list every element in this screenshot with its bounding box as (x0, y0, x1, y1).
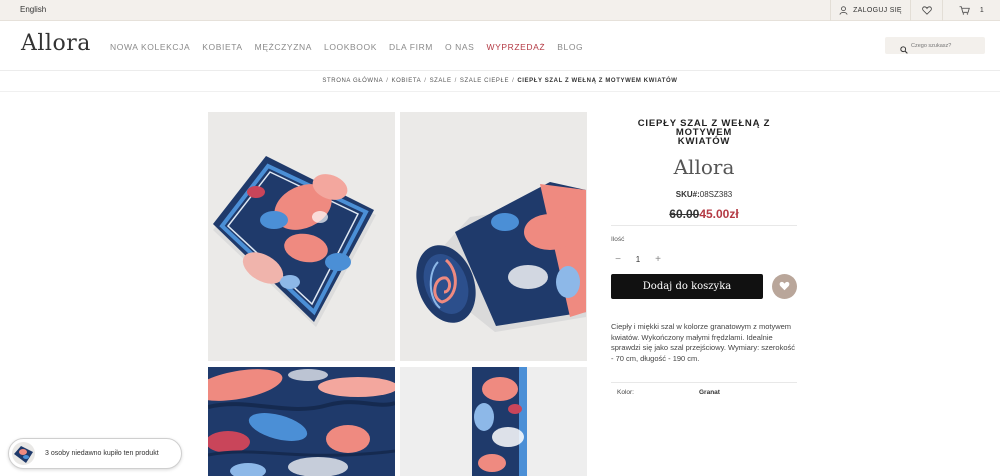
add-to-cart-row: Dodaj do koszyka (611, 274, 797, 300)
breadcrumb-current: CIEPŁY SZAL Z WEŁNĄ Z MOTYWEM KWIATÓW (517, 78, 678, 84)
product-image-rolled[interactable] (400, 112, 587, 361)
product-brand: Allora (673, 155, 735, 179)
cart-count: 1 (979, 7, 985, 14)
heart-icon (779, 278, 790, 296)
product-attributes: Kolor: Granat (611, 382, 797, 396)
quantity-stepper: − 1 + (611, 252, 797, 266)
breadcrumb-separator: / (454, 78, 457, 84)
heart-icon (921, 6, 932, 15)
login-label: ZALOGUJ SIĘ (853, 7, 902, 14)
attribute-key-kolor: Kolor: (617, 389, 634, 396)
breadcrumb-szale-cieple[interactable]: SZALE CIEPŁE (460, 78, 509, 84)
login-link[interactable]: ZALOGUJ SIĘ (830, 0, 910, 21)
nav-item-blog[interactable]: BLOG (557, 42, 583, 52)
breadcrumb-szale[interactable]: SZALE (430, 78, 452, 84)
product-image-hanging[interactable] (400, 367, 587, 476)
breadcrumb-separator: / (386, 78, 389, 84)
breadcrumb-separator: / (424, 78, 427, 84)
product-title: CIEPŁY SZAL Z WEŁNĄ Z MOTYWEM KWIATÓW (611, 118, 797, 147)
nav-item-lookbook[interactable]: LOOKBOOK (324, 42, 377, 52)
wishlist-link[interactable] (910, 0, 942, 21)
search-box (885, 37, 985, 54)
price-old: 60.00 (669, 207, 700, 221)
product-image-closeup[interactable] (208, 367, 395, 476)
site-logo[interactable]: Allora (21, 31, 91, 56)
nav-item-mezczyzna[interactable]: MĘŻCZYZNA (255, 42, 312, 52)
nav-item-wyprzedaz[interactable]: WYPRZEDAŻ (486, 42, 545, 52)
product-title-line1: CIEPŁY SZAL Z WEŁNĄ Z MOTYWEM (637, 118, 771, 138)
breadcrumb-home[interactable]: STRONA GŁÓWNA (322, 78, 383, 84)
search-input[interactable] (911, 42, 981, 49)
cart-icon (959, 6, 970, 15)
attribute-value-kolor: Granat (699, 389, 720, 396)
recent-purchase-popup[interactable]: 3 osoby niedawno kupiło ten produkt (8, 438, 182, 469)
product-description: Ciepły i miękki szal w kolorze granatowy… (611, 322, 796, 363)
quantity-value[interactable]: 1 (625, 255, 651, 264)
quantity-increase-button[interactable]: + (651, 254, 665, 265)
nav-item-kobieta[interactable]: KOBIETA (202, 42, 242, 52)
main-nav: NOWA KOLEKCJA KOBIETA MĘŻCZYZNA LOOKBOOK… (110, 42, 595, 52)
popup-text: 3 osoby niedawno kupiło ten produkt (45, 450, 159, 457)
language-switcher[interactable]: English (20, 5, 46, 14)
add-to-wishlist-button[interactable] (772, 274, 797, 299)
product-sku: SKU#:08SZ383 (611, 190, 797, 199)
price-new: 45.00zł (699, 207, 739, 221)
product-price: 60.0045.00zł (611, 207, 797, 226)
breadcrumb: STRONA GŁÓWNA / KOBIETA / SZALE / SZALE CIE… (0, 71, 1000, 92)
quantity-decrease-button[interactable]: − (611, 254, 625, 265)
add-to-cart-button[interactable]: Dodaj do koszyka (611, 274, 763, 299)
sku-value: 08SZ383 (699, 190, 733, 199)
breadcrumb-separator: / (512, 78, 515, 84)
sku-label: SKU#: (675, 190, 700, 199)
nav-item-nowa-kolekcja[interactable]: NOWA KOLEKCJA (110, 42, 190, 52)
breadcrumb-kobieta[interactable]: KOBIETA (392, 78, 422, 84)
user-icon (839, 6, 848, 15)
cart-link[interactable]: 1 (942, 0, 1000, 21)
main-header: Allora NOWA KOLEKCJA KOBIETA MĘŻCZYZNA L… (0, 21, 1000, 71)
product-title-line2: KWIATÓW (677, 136, 731, 147)
nav-item-o-nas[interactable]: O NAS (445, 42, 474, 52)
product-info-panel: CIEPŁY SZAL Z WEŁNĄ Z MOTYWEM KWIATÓW Al… (611, 112, 797, 396)
popup-product-thumbnail (12, 442, 35, 465)
top-utility-bar: English ZALOGUJ SIĘ 1 (0, 0, 1000, 21)
product-image-folded[interactable] (208, 112, 395, 361)
quantity-label: Ilość (611, 236, 625, 243)
search-icon[interactable] (900, 41, 908, 59)
nav-item-dla-firm[interactable]: DLA FIRM (389, 42, 433, 52)
